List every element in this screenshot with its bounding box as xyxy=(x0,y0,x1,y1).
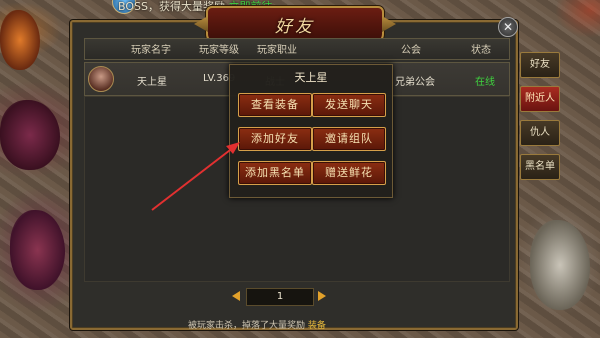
player-action-menu: 天上星 查看装备 发送聊天 添加好友 邀请组队 添加黑名单 赠送鲜花 xyxy=(229,64,393,198)
send-chat-button[interactable]: 发送聊天 xyxy=(312,93,386,117)
tab-blacklist[interactable]: 黑名单 xyxy=(520,154,560,180)
monster-sprite xyxy=(530,220,590,310)
monster-sprite xyxy=(0,100,60,170)
page-number: 1 xyxy=(246,288,314,306)
close-button[interactable]: ✕ xyxy=(498,17,518,37)
gift-flowers-button[interactable]: 赠送鲜花 xyxy=(312,161,386,185)
table-header: 玩家名字 玩家等级 玩家职业 公会 状态 xyxy=(84,38,510,60)
monster-sprite xyxy=(0,10,40,70)
bottom-broadcast-text: 被玩家击杀，掉落了大量奖励 xyxy=(188,321,306,331)
avatar xyxy=(88,66,114,92)
add-friend-button[interactable]: 添加好友 xyxy=(238,127,312,151)
column-header-class: 玩家职业 xyxy=(257,45,297,56)
close-icon: ✕ xyxy=(502,20,514,34)
add-blacklist-button[interactable]: 添加黑名单 xyxy=(238,161,312,185)
tab-friends[interactable]: 好友 xyxy=(520,52,560,78)
status-badge: 在线 xyxy=(475,77,495,88)
player-guild: 兄弟公会 xyxy=(395,77,435,88)
monster-sprite xyxy=(10,210,65,290)
column-header-guild: 公会 xyxy=(401,45,421,56)
tab-enemies[interactable]: 仇人 xyxy=(520,120,560,146)
column-header-status: 状态 xyxy=(471,45,491,56)
view-equipment-button[interactable]: 查看装备 xyxy=(238,93,312,117)
triangle-right-icon[interactable] xyxy=(318,291,326,301)
triangle-left-icon[interactable] xyxy=(232,291,240,301)
tab-nearby[interactable]: 附近人 xyxy=(520,86,560,112)
panel-title: 好友 xyxy=(275,17,315,37)
menu-title: 天上星 xyxy=(294,71,328,84)
bottom-broadcast-item: 装备 xyxy=(307,321,326,331)
invite-team-button[interactable]: 邀请组队 xyxy=(312,127,386,151)
bottom-broadcast: 被玩家击杀，掉落了大量奖励 装备 xyxy=(188,318,326,331)
column-header-level: 玩家等级 xyxy=(199,45,239,56)
column-header-name: 玩家名字 xyxy=(131,45,171,56)
player-name: 天上星 xyxy=(137,77,167,88)
